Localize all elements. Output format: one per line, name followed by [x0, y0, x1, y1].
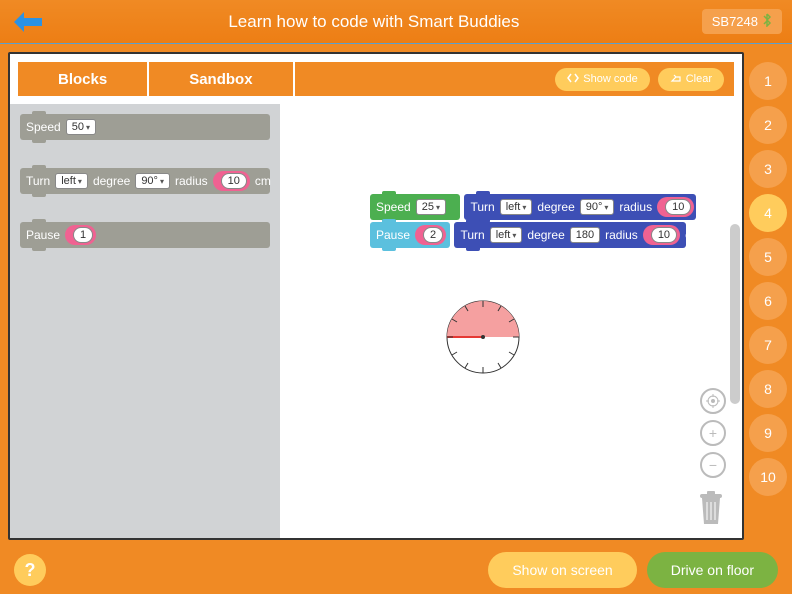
canvas-turn-block-selected[interactable]: Turn left degree 180 radius 10 cm: [454, 222, 686, 248]
code-icon: [567, 73, 579, 86]
degree-field[interactable]: 90°: [135, 173, 170, 189]
content-area: Speed 50 Turn left degree 90° radius 10 …: [10, 104, 742, 538]
lesson-7[interactable]: 7: [749, 326, 787, 364]
radius-label: radius: [605, 228, 638, 242]
block-label: Speed: [376, 200, 411, 214]
pause-slot: 2: [415, 225, 446, 245]
degree-label: degree: [537, 200, 574, 214]
block-label: Turn: [460, 228, 484, 242]
canvas-turn-block[interactable]: Turn left degree 90° radius 10 cm: [464, 194, 696, 220]
clear-icon: [670, 73, 682, 86]
block-stack: Speed 25 Turn left degree 90° radius 10: [370, 194, 742, 250]
tab-sandbox[interactable]: Sandbox: [149, 62, 294, 96]
canvas-pause-block[interactable]: Pause 2: [370, 222, 450, 248]
lesson-4[interactable]: 4: [749, 194, 787, 232]
unit-label: cm: [699, 200, 715, 214]
show-code-label: Show code: [583, 73, 637, 85]
radius-label: radius: [175, 174, 208, 188]
device-id: SB7248: [712, 14, 758, 29]
lesson-5[interactable]: 5: [749, 238, 787, 276]
workspace: Blocks Sandbox Show code Clear: [8, 52, 744, 540]
speed-field[interactable]: 25: [416, 199, 446, 215]
palette-pause-block[interactable]: Pause 1: [20, 222, 270, 248]
radius-label: radius: [619, 200, 652, 214]
pause-field[interactable]: 1: [73, 227, 93, 243]
help-button[interactable]: ?: [14, 554, 46, 586]
tab-blocks[interactable]: Blocks: [18, 62, 149, 96]
page-title: Learn how to code with Smart Buddies: [46, 12, 702, 32]
zoom-out-button[interactable]: −: [700, 452, 726, 478]
main-area: Blocks Sandbox Show code Clear: [0, 44, 792, 548]
footer: ? Show on screen Drive on floor: [0, 548, 792, 592]
app-header: Learn how to code with Smart Buddies SB7…: [0, 0, 792, 44]
bluetooth-icon: [762, 13, 772, 30]
trash-icon[interactable]: [696, 490, 726, 526]
radius-field[interactable]: 10: [221, 173, 247, 189]
degree-field[interactable]: 180: [570, 227, 600, 243]
canvas[interactable]: Speed 25 Turn left degree 90° radius 10: [280, 104, 742, 538]
zoom-in-button[interactable]: +: [700, 420, 726, 446]
back-button[interactable]: [10, 9, 46, 35]
lesson-nav: 1 2 3 4 5 6 7 8 9 10: [744, 52, 792, 540]
radius-slot: 10: [657, 197, 694, 217]
direction-field[interactable]: left: [500, 199, 533, 215]
palette-speed-block[interactable]: Speed 50: [20, 114, 270, 140]
lesson-9[interactable]: 9: [749, 414, 787, 452]
radius-field[interactable]: 10: [665, 199, 691, 215]
lesson-8[interactable]: 8: [749, 370, 787, 408]
direction-field[interactable]: left: [490, 227, 523, 243]
block-label: Turn: [470, 200, 494, 214]
device-badge[interactable]: SB7248: [702, 9, 782, 34]
clear-label: Clear: [686, 73, 712, 85]
tab-bar: Blocks Sandbox Show code Clear: [16, 60, 736, 98]
unit-label: cm: [685, 228, 701, 242]
pause-field[interactable]: 2: [423, 227, 443, 243]
lesson-3[interactable]: 3: [749, 150, 787, 188]
canvas-speed-block[interactable]: Speed 25: [370, 194, 460, 220]
zoom-center-button[interactable]: [700, 388, 726, 414]
lesson-1[interactable]: 1: [749, 62, 787, 100]
block-label: Pause: [376, 228, 410, 242]
radius-field[interactable]: 10: [651, 227, 677, 243]
block-label: Speed: [26, 120, 61, 134]
lesson-6[interactable]: 6: [749, 282, 787, 320]
clear-button[interactable]: Clear: [658, 68, 724, 91]
block-label: Turn: [26, 174, 50, 188]
unit-label: cm: [255, 174, 271, 188]
direction-field[interactable]: left: [55, 173, 88, 189]
pause-slot: 1: [65, 225, 96, 245]
radius-slot: 10: [213, 171, 250, 191]
block-label: Pause: [26, 228, 60, 242]
show-code-button[interactable]: Show code: [555, 68, 649, 91]
block-palette: Speed 50 Turn left degree 90° radius 10 …: [10, 104, 280, 538]
zoom-controls: + −: [700, 388, 726, 478]
degree-label: degree: [527, 228, 564, 242]
show-on-screen-button[interactable]: Show on screen: [488, 552, 636, 588]
speed-field[interactable]: 50: [66, 119, 96, 135]
drive-on-floor-button[interactable]: Drive on floor: [647, 552, 778, 588]
degree-field[interactable]: 90°: [580, 199, 615, 215]
radius-slot: 10: [643, 225, 680, 245]
canvas-scrollbar[interactable]: [730, 224, 740, 404]
lesson-10[interactable]: 10: [749, 458, 787, 496]
palette-turn-block[interactable]: Turn left degree 90° radius 10 cm: [20, 168, 270, 194]
degree-label: degree: [93, 174, 130, 188]
angle-dial[interactable]: [445, 299, 521, 375]
lesson-2[interactable]: 2: [749, 106, 787, 144]
